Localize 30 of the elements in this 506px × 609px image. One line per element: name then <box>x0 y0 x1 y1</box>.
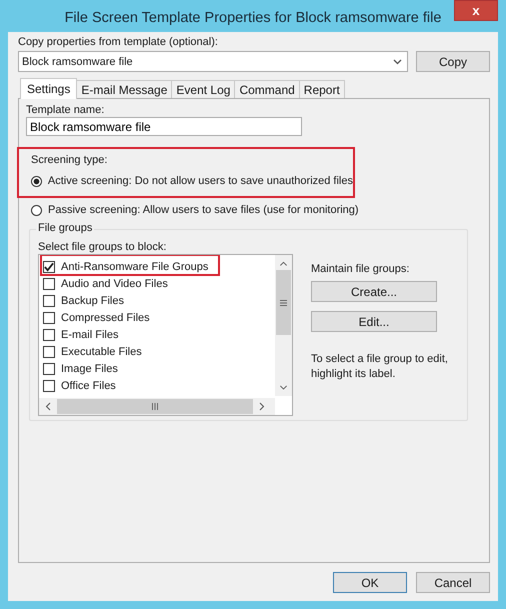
template-dropdown[interactable]: Block ramsomware file <box>18 51 408 72</box>
radio-label[interactable]: Active screening: Do not allow users to save unauthorized files <box>48 175 353 187</box>
template-name-label: Template name: <box>26 104 106 116</box>
group-button[interactable]: Edit... <box>311 311 437 332</box>
select-groups-label: Select file groups to block: <box>38 241 168 253</box>
tab[interactable]: E-mail Message <box>76 80 172 98</box>
template-name-field[interactable]: Block ramsomware file <box>26 117 302 136</box>
list-item[interactable]: Executable Files <box>43 343 263 360</box>
dialog-button[interactable]: OK <box>333 572 407 593</box>
list-item[interactable]: Audio and Video Files <box>43 275 263 292</box>
list-item[interactable]: Anti-Ransomware File Groups <box>43 258 263 275</box>
radio-label[interactable]: Passive screening: Allow users to save files (use for monitoring) <box>48 204 359 216</box>
groupbox-title: File groups <box>36 222 94 234</box>
tab[interactable]: Settings <box>20 78 78 99</box>
list-item[interactable]: Image Files <box>43 360 263 377</box>
group-button[interactable]: Create... <box>311 281 437 302</box>
screening-type-label: Screening type: <box>31 154 108 166</box>
list-item[interactable]: Compressed Files <box>43 309 263 326</box>
close-button[interactable]: x <box>454 0 498 21</box>
tab[interactable]: Event Log <box>171 80 236 98</box>
dialog-button[interactable]: Cancel <box>416 572 490 593</box>
list-item[interactable]: Backup Files <box>43 292 263 309</box>
tab[interactable]: Report <box>298 80 345 98</box>
copy-button[interactable]: Copy <box>416 51 490 72</box>
copy-template-label: Copy properties from template (optional): <box>18 36 219 48</box>
list-item[interactable]: E-mail Files <box>43 326 263 343</box>
maintain-groups-label: Maintain file groups: <box>311 263 410 275</box>
window-title: File Screen Template Properties for Block ramsomware file <box>64 10 442 26</box>
list-item[interactable]: Office Files <box>43 377 263 394</box>
hint-text: To select a file group to edit, highlight its label. <box>311 352 449 382</box>
